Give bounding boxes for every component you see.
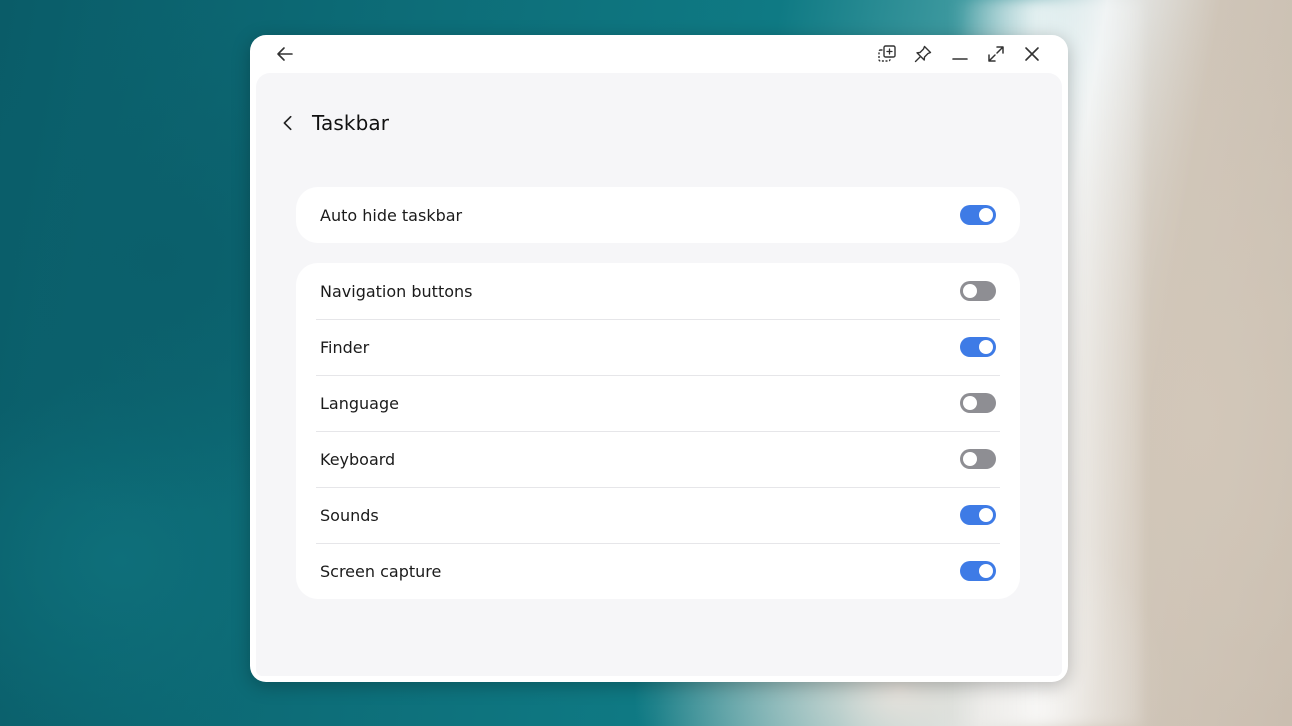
setting-label: Screen capture bbox=[320, 561, 442, 581]
toggle-knob bbox=[963, 396, 977, 410]
toggle-knob bbox=[979, 340, 993, 354]
screen-capture-toggle[interactable] bbox=[960, 561, 996, 581]
auto-hide-toggle[interactable] bbox=[960, 205, 996, 225]
back-button[interactable] bbox=[274, 109, 302, 137]
setting-row-finder[interactable]: Finder bbox=[296, 319, 1020, 375]
setting-label: Language bbox=[320, 393, 399, 413]
setting-label: Navigation buttons bbox=[320, 281, 473, 301]
setting-row-screen-capture[interactable]: Screen capture bbox=[296, 543, 1020, 599]
setting-row-auto-hide-taskbar[interactable]: Auto hide taskbar bbox=[296, 187, 1020, 243]
maximize-button[interactable] bbox=[983, 41, 1009, 67]
settings-content: Taskbar Auto hide taskbar Navigation but… bbox=[256, 73, 1062, 676]
toggle-knob bbox=[963, 452, 977, 466]
setting-label: Auto hide taskbar bbox=[320, 205, 463, 225]
toggle-knob bbox=[979, 208, 993, 222]
minimize-button[interactable] bbox=[947, 41, 973, 67]
minimize-icon bbox=[952, 58, 968, 60]
setting-row-language[interactable]: Language bbox=[296, 375, 1020, 431]
finder-toggle[interactable] bbox=[960, 337, 996, 357]
settings-window: Taskbar Auto hide taskbar Navigation but… bbox=[250, 35, 1068, 682]
page-header: Taskbar bbox=[274, 105, 389, 141]
page-title: Taskbar bbox=[312, 111, 390, 135]
taskbar-items-card: Navigation buttons Finder Language Keybo… bbox=[296, 263, 1020, 599]
keyboard-toggle[interactable] bbox=[960, 449, 996, 469]
arrow-left-icon bbox=[277, 47, 293, 61]
sounds-toggle[interactable] bbox=[960, 505, 996, 525]
setting-row-sounds[interactable]: Sounds bbox=[296, 487, 1020, 543]
setting-label: Keyboard bbox=[320, 449, 396, 469]
setting-row-keyboard[interactable]: Keyboard bbox=[296, 431, 1020, 487]
setting-label: Sounds bbox=[320, 505, 379, 525]
setting-label: Finder bbox=[320, 337, 370, 357]
navigation-buttons-toggle[interactable] bbox=[960, 281, 996, 301]
language-toggle[interactable] bbox=[960, 393, 996, 413]
close-icon bbox=[1025, 47, 1039, 61]
toggle-knob bbox=[979, 508, 993, 522]
chevron-left-icon bbox=[283, 115, 292, 131]
pin-button[interactable] bbox=[910, 41, 936, 67]
setting-row-navigation-buttons[interactable]: Navigation buttons bbox=[296, 263, 1020, 319]
window-back-button[interactable] bbox=[272, 41, 298, 67]
close-button[interactable] bbox=[1019, 41, 1045, 67]
desktop-wallpaper: Taskbar Auto hide taskbar Navigation but… bbox=[0, 0, 1292, 726]
maximize-icon bbox=[988, 46, 1004, 62]
pin-icon bbox=[914, 45, 932, 63]
snap-window-icon bbox=[878, 45, 896, 62]
toggle-knob bbox=[979, 564, 993, 578]
window-titlebar[interactable] bbox=[250, 35, 1068, 73]
toggle-knob bbox=[963, 284, 977, 298]
auto-hide-card: Auto hide taskbar bbox=[296, 187, 1020, 243]
snap-window-button[interactable] bbox=[874, 41, 900, 67]
